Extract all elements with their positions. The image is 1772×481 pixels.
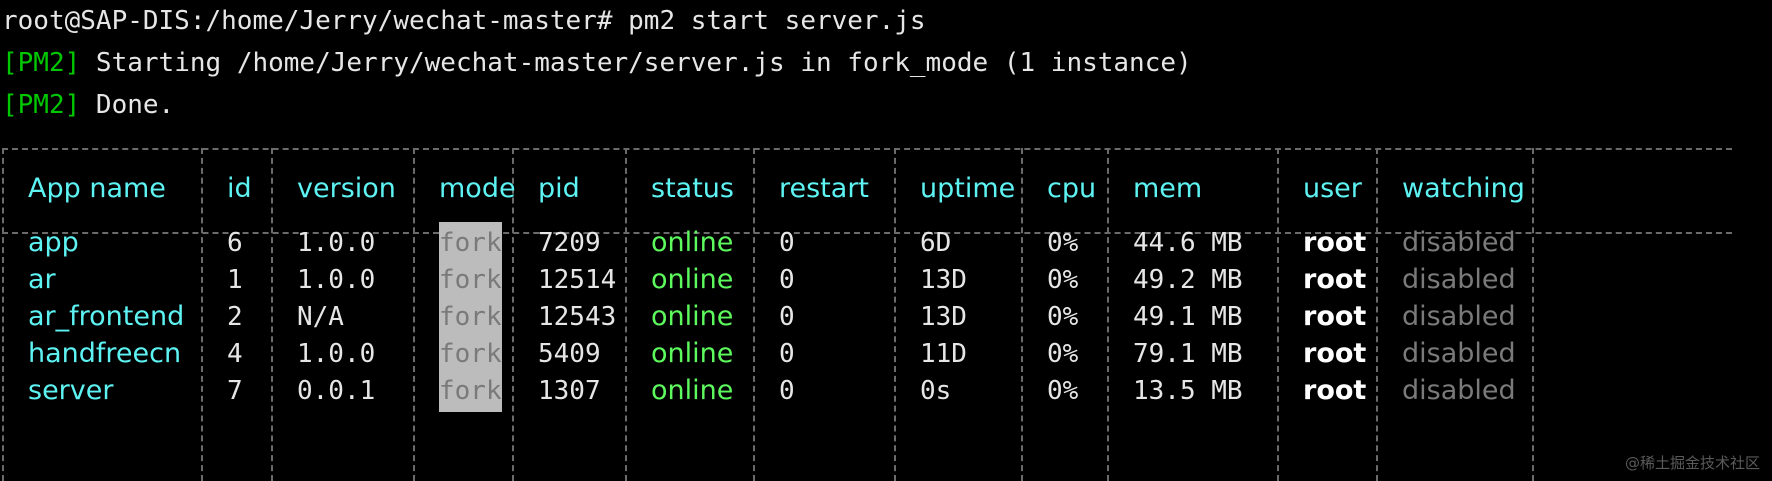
pm2-process-table: App name id version mode pid status rest…	[0, 148, 1740, 481]
table-top-border	[2, 148, 1732, 150]
table-cell-watching: disabled	[1402, 338, 1516, 369]
table-cell-restart: 0	[779, 228, 795, 258]
table-cell-pid: 12514	[538, 265, 617, 295]
table-cell-app-name: ar_frontend	[28, 301, 185, 332]
pm2-log-text: Starting /home/Jerry/wechat-master/serve…	[80, 48, 1192, 78]
command-prompt-line: root@SAP-DIS:/home/Jerry/wechat-master# …	[2, 6, 926, 36]
table-cell-version: 1.0.0	[297, 265, 376, 295]
table-cell-restart: 0	[779, 265, 795, 295]
column-separator	[413, 148, 415, 481]
table-cell-status: online	[651, 301, 734, 332]
table-cell-mem: 79.1 MB	[1133, 339, 1243, 369]
table-cell-mode: fork	[439, 296, 502, 338]
table-cell-pid: 1307	[538, 376, 601, 406]
table-cell-cpu: 0%	[1047, 376, 1079, 406]
table-cell-user: root	[1303, 375, 1367, 406]
table-cell-restart: 0	[779, 302, 795, 332]
table-cell-mem: 44.6 MB	[1133, 228, 1243, 258]
table-cell-status: online	[651, 375, 734, 406]
column-separator	[271, 148, 273, 481]
table-cell-app-name: handfreecn	[28, 338, 182, 369]
column-separator	[1376, 148, 1378, 481]
column-separator	[1277, 148, 1279, 481]
column-separator	[625, 148, 627, 481]
table-cell-pid: 7209	[538, 228, 601, 258]
table-cell-id: 6	[227, 228, 243, 258]
table-cell-restart: 0	[779, 376, 795, 406]
table-cell-uptime: 0s	[920, 376, 952, 406]
column-separator	[1532, 148, 1534, 481]
column-separator	[753, 148, 755, 481]
table-cell-restart: 0	[779, 339, 795, 369]
table-cell-user: root	[1303, 227, 1367, 258]
table-cell-id: 7	[227, 376, 243, 406]
table-cell-uptime: 13D	[920, 302, 967, 332]
table-cell-id: 2	[227, 302, 243, 332]
pm2-log-line: [PM2] Starting /home/Jerry/wechat-master…	[2, 42, 1192, 84]
header-uptime: uptime	[920, 173, 1016, 204]
table-cell-id: 4	[227, 339, 243, 369]
table-cell-user: root	[1303, 301, 1367, 332]
table-cell-pid: 5409	[538, 339, 601, 369]
table-cell-mode: fork	[439, 259, 502, 301]
table-cell-uptime: 13D	[920, 265, 967, 295]
table-cell-version: 1.0.0	[297, 228, 376, 258]
table-cell-cpu: 0%	[1047, 302, 1079, 332]
table-cell-pid: 12543	[538, 302, 617, 332]
table-cell-mem: 49.2 MB	[1133, 265, 1243, 295]
table-cell-watching: disabled	[1402, 301, 1516, 332]
header-version: version	[297, 173, 396, 204]
table-cell-version: 1.0.0	[297, 339, 376, 369]
pm2-log-line: [PM2] Done.	[2, 84, 174, 126]
table-cell-cpu: 0%	[1047, 265, 1079, 295]
table-cell-uptime: 11D	[920, 339, 967, 369]
watermark: @稀土掘金技术社区	[1624, 454, 1760, 472]
header-app-name: App name	[28, 173, 166, 204]
table-cell-cpu: 0%	[1047, 339, 1079, 369]
table-cell-version: N/A	[297, 302, 344, 332]
header-watching: watching	[1402, 173, 1525, 204]
header-pid: pid	[538, 173, 580, 204]
header-status: status	[651, 173, 734, 204]
table-cell-mem: 49.1 MB	[1133, 302, 1243, 332]
header-cpu: cpu	[1047, 173, 1097, 204]
pm2-tag: [PM2]	[2, 48, 81, 78]
header-mode: mode	[439, 173, 516, 204]
column-separator	[894, 148, 896, 481]
header-id: id	[227, 173, 252, 204]
table-cell-app-name: app	[28, 227, 79, 258]
table-cell-status: online	[651, 338, 734, 369]
table-cell-uptime: 6D	[920, 228, 952, 258]
column-separator	[1107, 148, 1109, 481]
table-cell-watching: disabled	[1402, 227, 1516, 258]
table-cell-mode: fork	[439, 222, 502, 264]
header-user: user	[1303, 173, 1362, 204]
table-cell-app-name: server	[28, 375, 114, 406]
table-cell-user: root	[1303, 264, 1367, 295]
header-restart: restart	[779, 173, 870, 204]
table-cell-app-name: ar	[28, 264, 56, 295]
pm2-tag: [PM2]	[2, 90, 81, 120]
pm2-log-text: Done.	[80, 90, 175, 120]
table-cell-status: online	[651, 227, 734, 258]
table-cell-version: 0.0.1	[297, 376, 376, 406]
table-cell-cpu: 0%	[1047, 228, 1079, 258]
table-cell-mode: fork	[439, 333, 502, 375]
header-mem: mem	[1133, 173, 1203, 204]
table-cell-watching: disabled	[1402, 264, 1516, 295]
column-separator	[201, 148, 203, 481]
table-cell-watching: disabled	[1402, 375, 1516, 406]
table-cell-mode: fork	[439, 370, 502, 412]
column-separator	[1021, 148, 1023, 481]
terminal-window[interactable]: root@SAP-DIS:/home/Jerry/wechat-master# …	[0, 0, 1772, 481]
table-cell-id: 1	[227, 265, 243, 295]
column-separator	[2, 148, 4, 481]
table-cell-status: online	[651, 264, 734, 295]
table-cell-user: root	[1303, 338, 1367, 369]
table-cell-mem: 13.5 MB	[1133, 376, 1243, 406]
